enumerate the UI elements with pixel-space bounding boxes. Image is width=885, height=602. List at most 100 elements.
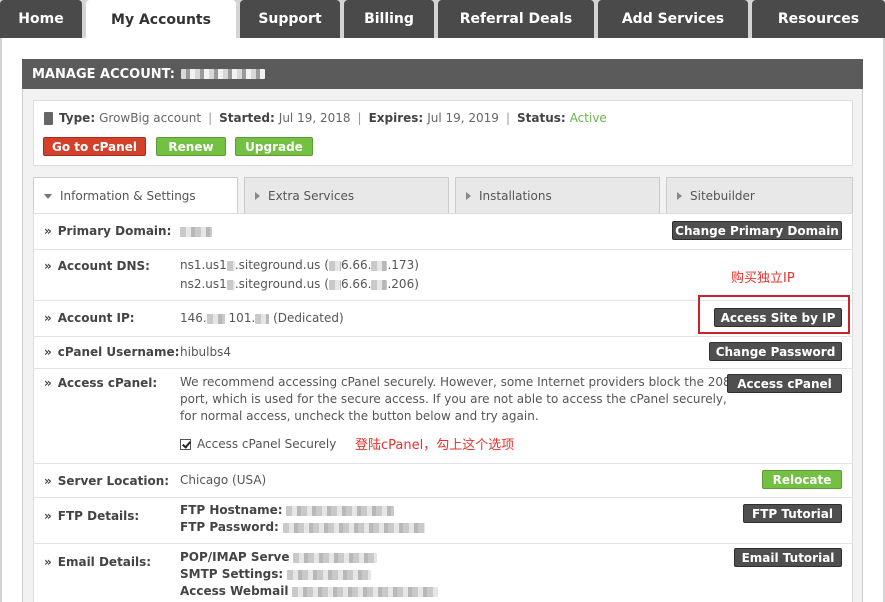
label-text: FTP Details: (57, 509, 140, 523)
nav-tab-home[interactable]: Home (0, 0, 82, 38)
redacted (255, 313, 270, 324)
label-text: Email Details: (57, 555, 152, 569)
ftp-tutorial-button[interactable]: FTP Tutorial (743, 504, 842, 523)
primary-domain-label: » Primary Domain: (44, 224, 171, 238)
nav-tab-my-accounts[interactable]: My Accounts (86, 0, 236, 40)
account-container: Type: GrowBig account | Started: Jul 19,… (22, 89, 863, 602)
row-email-details: » Email Details: POP/IMAP Serve SMTP Sett… (34, 544, 852, 602)
annotation-login-cpanel: 登陆cPanel，勾上这个选项 (355, 438, 515, 453)
ns1-part: ns1.us1 (180, 258, 227, 272)
dns-ns2: ns2.us1 .siteground.us (6.66. .206) (180, 275, 419, 293)
separator: | (357, 111, 362, 125)
row-arrow-icon: » (44, 311, 52, 325)
redacted (286, 505, 395, 516)
status-label: Status: (516, 111, 566, 125)
renew-button[interactable]: Renew (156, 137, 226, 156)
chevron-down-icon (44, 193, 52, 199)
ns2-part: ns2.us1 (180, 277, 227, 291)
row-cpanel-username: » cPanel Username: hibulbs4 Change Passwo… (34, 337, 852, 369)
redacted (293, 552, 378, 563)
redacted (282, 522, 425, 533)
document-icon (44, 111, 53, 125)
row-account-ip: » Account IP: 146. 101. (Dedicated) Acces… (34, 295, 852, 337)
pop-imap-label: POP/IMAP Serve (180, 550, 290, 564)
main-panel: MANAGE ACCOUNT: Type: GrowBig account | … (2, 38, 883, 602)
status-badge: Active (569, 111, 607, 125)
nav-tab-add-services[interactable]: Add Services (598, 0, 748, 38)
redacted (328, 260, 341, 271)
row-arrow-icon: » (44, 474, 52, 488)
email-details-label: » Email Details: (44, 555, 151, 569)
account-dns-label: » Account DNS: (44, 259, 150, 273)
ftp-password: FTP Password: (180, 518, 425, 536)
checkbox-label: Access cPanel Securely (197, 437, 337, 451)
tab-installations[interactable]: Installations (455, 177, 660, 213)
tab-information-settings[interactable]: Information & Settings (33, 177, 238, 214)
ns1-part: 6.66. (340, 258, 372, 272)
access-cpanel-button[interactable]: Access cPanel (727, 374, 842, 393)
highlight-box (698, 295, 850, 334)
ns2-part: .206) (387, 277, 419, 291)
account-ip-value: 146. 101. (Dedicated) (180, 309, 344, 327)
ftp-details-label: » FTP Details: (44, 509, 139, 523)
manage-account-header: MANAGE ACCOUNT: (22, 59, 863, 89)
cpanel-username-value: hibulbs4 (180, 345, 231, 359)
type-label: Type: (59, 111, 96, 125)
ftp-hostname-label: FTP Hostname: (180, 503, 283, 517)
email-webmail: Access Webmail (180, 582, 439, 600)
access-cpanel-line3: for normal access, uncheck the button be… (180, 409, 539, 423)
nav-tab-support[interactable]: Support (240, 0, 340, 38)
nav-tab-referral-deals[interactable]: Referral Deals (438, 0, 594, 38)
access-cpanel-line2: port, which is used for the secure acces… (180, 392, 727, 406)
tab-extra-services[interactable]: Extra Services (244, 177, 449, 213)
account-ip-label: » Account IP: (44, 311, 135, 325)
nav-tab-resources[interactable]: Resources (752, 0, 885, 38)
tab-label: Information & Settings (60, 189, 196, 203)
tab-label: Extra Services (268, 188, 355, 203)
email-smtp: SMTP Settings: (180, 565, 372, 583)
tab-label: Sitebuilder (690, 188, 755, 203)
tab-sitebuilder[interactable]: Sitebuilder (666, 177, 853, 213)
row-ftp-details: » FTP Details: FTP Hostname: FTP Password… (34, 498, 852, 544)
label-text: Account IP: (57, 311, 135, 325)
redacted-account-name (181, 69, 265, 79)
row-arrow-icon: » (44, 376, 52, 390)
access-cpanel-line1: We recommend accessing cPanel securely. … (180, 375, 739, 389)
go-to-cpanel-button[interactable]: Go to cPanel (43, 137, 146, 156)
row-arrow-icon: » (44, 555, 52, 569)
access-cpanel-securely-option[interactable]: Access cPanel Securely (180, 435, 336, 453)
manage-account-title: MANAGE ACCOUNT: (32, 66, 175, 82)
summary-line: Type: GrowBig account | Started: Jul 19,… (44, 111, 607, 125)
redacted (226, 260, 235, 271)
label-text: Access cPanel: (57, 376, 158, 390)
ip-part: (Dedicated) (273, 311, 344, 325)
redacted-domain (180, 226, 212, 237)
expires-label: Expires: (368, 111, 424, 125)
account-summary: Type: GrowBig account | Started: Jul 19,… (33, 100, 853, 166)
redacted (226, 279, 235, 290)
access-cpanel-label: » Access cPanel: (44, 376, 157, 390)
upgrade-button[interactable]: Upgrade (235, 137, 313, 156)
account-tabs: Information & Settings Extra Services In… (33, 177, 853, 214)
row-access-cpanel: » Access cPanel: We recommend accessing c… (34, 369, 852, 464)
information-settings-panel: » Primary Domain: Change Primary Domain »… (33, 213, 853, 602)
chevron-right-icon (677, 191, 682, 200)
smtp-label: SMTP Settings: (180, 567, 284, 581)
nav-tab-billing[interactable]: Billing (344, 0, 434, 38)
label-text: cPanel Username: (57, 345, 180, 359)
started-label: Started: (219, 111, 275, 125)
redacted (371, 260, 388, 271)
dns-ns1: ns1.us1 .siteground.us (6.66. .173) (180, 256, 419, 274)
separator: | (505, 111, 510, 125)
relocate-button[interactable]: Relocate (762, 470, 842, 489)
expires-value: Jul 19, 2019 (427, 111, 499, 125)
separator: | (208, 111, 213, 125)
access-cpanel-securely-checkbox[interactable] (180, 439, 191, 450)
change-password-button[interactable]: Change Password (709, 342, 842, 361)
type-value: GrowBig account (99, 111, 202, 125)
change-primary-domain-button[interactable]: Change Primary Domain (672, 221, 842, 240)
email-tutorial-button[interactable]: Email Tutorial (734, 548, 842, 567)
primary-domain-value (180, 222, 212, 240)
ns2-part: .siteground.us ( (234, 277, 329, 291)
redacted (371, 279, 388, 290)
